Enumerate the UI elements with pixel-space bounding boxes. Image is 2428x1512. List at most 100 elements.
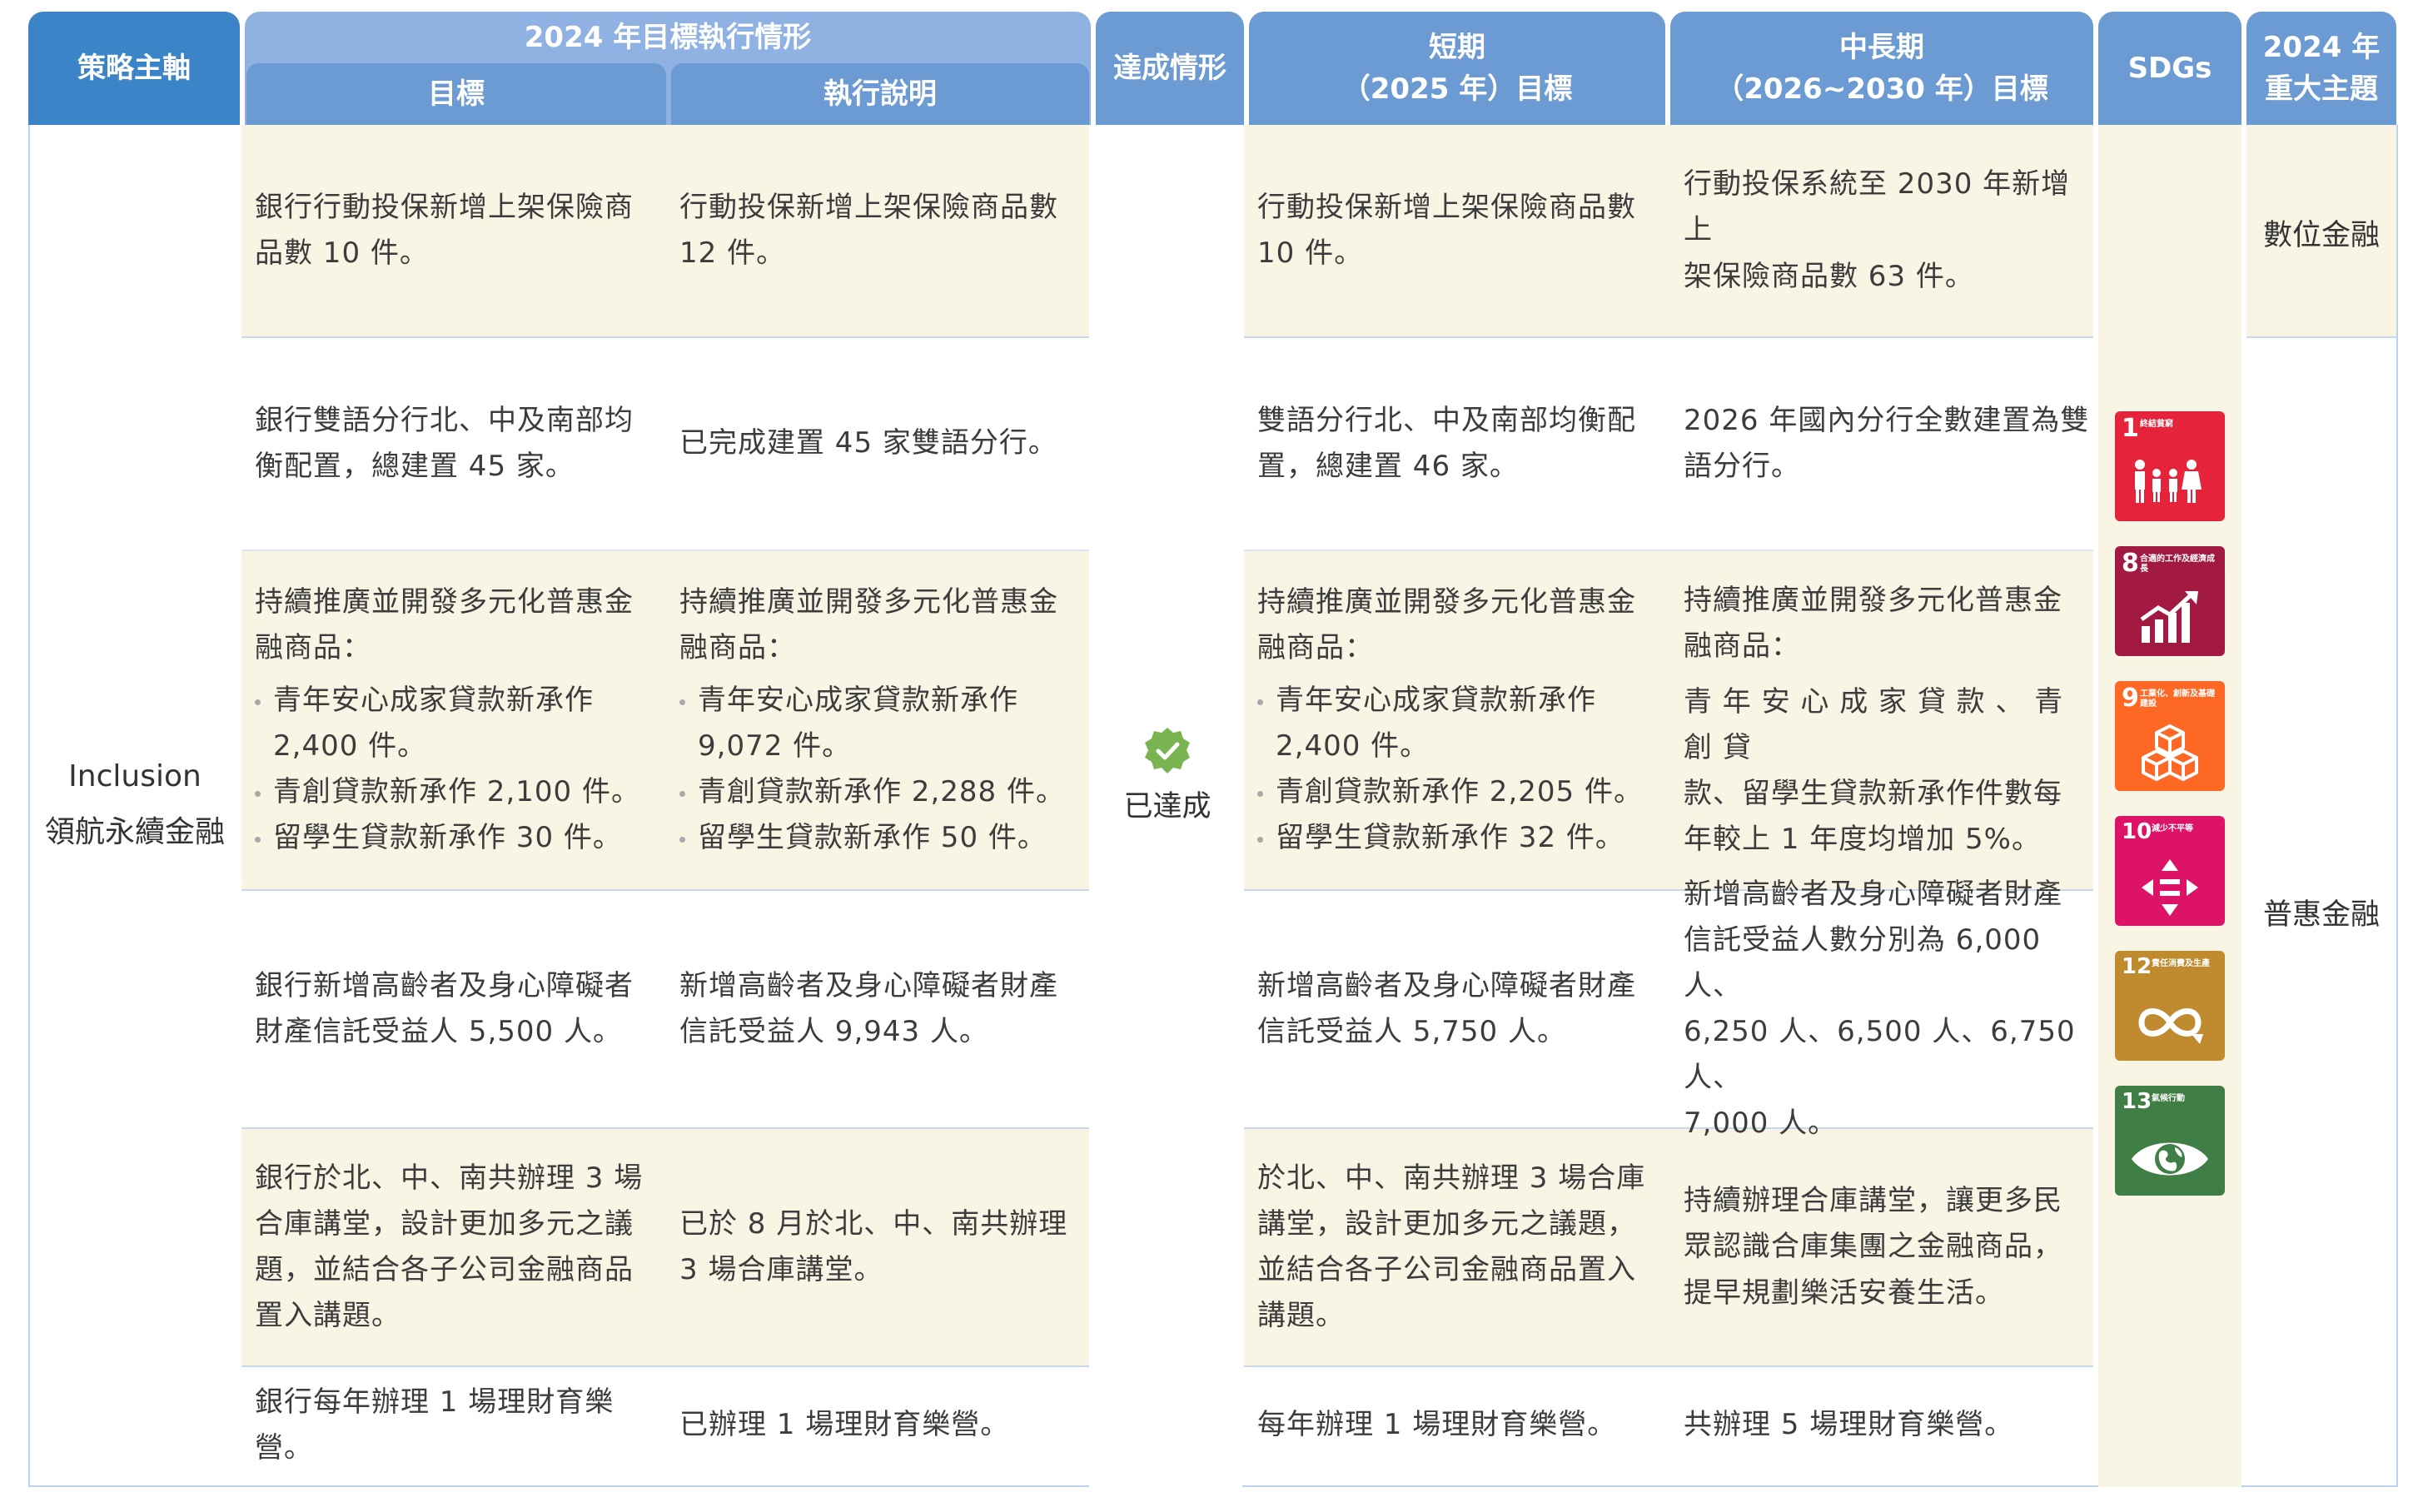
equality-icon: [2142, 859, 2198, 916]
header-topic-line1: 2024 年: [2262, 30, 2381, 64]
row-5-execution: 已於 8 月於北、中、南共辦理 3 場合庫講堂。: [679, 1129, 1087, 1365]
text-line: 新增高齡者及身心障礙者財產: [1257, 968, 1636, 1002]
text-line: 講堂，設計更加多元之議題，: [1257, 1206, 1636, 1241]
header-year-group-label: 2024 年目標執行情形: [524, 21, 812, 54]
text-line: 已於 8 月於北、中、南共辦理: [679, 1206, 1068, 1241]
text-line: 持續推廣並開發多元化普惠金: [255, 584, 634, 619]
bullet-item: 青創貸款新承作 2,100 件。: [255, 769, 671, 815]
text-line: 12 件。: [679, 236, 786, 270]
row-3-short-term: 持續推廣並開發多元化普惠金 融商品： 青年安心成家貸款新承作 2,400 件。 …: [1257, 551, 1667, 889]
cubes-icon: [2142, 724, 2198, 781]
row-3-execution: 持續推廣並開發多元化普惠金 融商品： 青年安心成家貸款新承作 9,072 件。 …: [679, 551, 1087, 889]
infinity-icon: [2138, 1008, 2203, 1044]
text-line: 持續辦理合庫講堂，讓更多民: [1684, 1184, 2062, 1218]
sdg-number: 1: [2122, 414, 2139, 443]
text-line: 並結合各子公司金融商品置入: [1257, 1253, 1636, 1286]
sdg-title: 合適的工作及經濟成長: [2140, 555, 2215, 574]
bullet-item: 青創貸款新承作 2,205 件。: [1257, 769, 1667, 815]
text-line: 持續推廣並開發多元化普惠金: [1257, 584, 1636, 619]
text-line: 3 場合庫講堂。: [679, 1253, 883, 1286]
strategy-en: Inclusion: [68, 759, 202, 793]
text-line: 眾認識合庫集團之金融商品，: [1684, 1230, 2062, 1264]
text-line: 雙語分行北、中及南部均衡配: [1257, 403, 1636, 437]
sdg-12-icon: 12 責任消費及生產: [2115, 951, 2225, 1061]
row-1-execution: 行動投保新增上架保險商品數 12 件。: [679, 125, 1087, 336]
sdg-number: 10: [2122, 819, 2152, 844]
text-line: 新增高齡者及身心障礙者財產: [1684, 877, 2062, 911]
text-line: 品數 10 件。: [255, 236, 429, 270]
sdg-number: 9: [2122, 684, 2139, 713]
header-target: 目標: [246, 63, 666, 125]
sdg-13-icon: 13 氣候行動: [2115, 1086, 2225, 1196]
text-line: 青 年 安 心 成 家 貸 款 、 青 創 貸: [1684, 684, 2064, 764]
text-line: 款、留學生貸款新承作件數每: [1684, 777, 2062, 811]
sdg-title: 責任消費及生產: [2152, 959, 2210, 968]
sdg-title: 終結貧窮: [2140, 420, 2173, 429]
status-label: 已達成: [1123, 790, 1212, 823]
text-line: 新增高齡者及身心障礙者財產: [679, 968, 1058, 1002]
row-4-short-term: 新增高齡者及身心障礙者財產 信託受益人 5,750 人。: [1257, 891, 1667, 1127]
text-line: 銀行每年辦理 1 場理財育樂營。: [255, 1385, 614, 1465]
bullet-continuation: 2,400 件。: [273, 729, 427, 763]
row-6-mid-term: 共辦理 5 場理財育樂營。: [1684, 1367, 2092, 1484]
text-line: 於北、中、南共辦理 3 場合庫: [1257, 1161, 1646, 1195]
header-short-term-line2: （2025 年）目標: [1341, 72, 1573, 106]
row-4-target: 銀行新增高齡者及身心障礙者 財產信託受益人 5,500 人。: [255, 891, 671, 1127]
text-line: 10 件。: [1257, 236, 1364, 270]
text-line: 題，並結合各子公司金融商品: [255, 1253, 634, 1286]
row-5-mid-term: 持續辦理合庫講堂，讓更多民 眾認識合庫集團之金融商品， 提早規劃樂活安養生活。: [1684, 1129, 2092, 1365]
text-line: 融商品：: [679, 630, 796, 664]
topic-inclusive-finance: 普惠金融: [2262, 898, 2380, 932]
text-line: 銀行行動投保新增上架保險商: [255, 190, 634, 224]
text-line: 融商品：: [1257, 630, 1374, 664]
row-3-target: 持續推廣並開發多元化普惠金 融商品： 青年安心成家貸款新承作 2,400 件。 …: [255, 551, 671, 889]
text-line: 置，總建置 46 家。: [1257, 450, 1519, 483]
bullet-continuation: 2,400 件。: [1276, 729, 1430, 763]
header-sdgs: SDGs: [2098, 12, 2241, 125]
row-6-short-term: 每年辦理 1 場理財育樂營。: [1257, 1367, 1667, 1484]
row-3-mid-term: 持續推廣並開發多元化普惠金 融商品： 青 年 安 心 成 家 貸 款 、 青 創…: [1684, 551, 2092, 889]
text-line: 銀行雙語分行北、中及南部均: [255, 403, 634, 437]
text-line: 6,250 人、6,500 人、6,750 人、: [1684, 1015, 2076, 1095]
family-icon: [2135, 460, 2202, 503]
text-line: 信託受益人 5,750 人。: [1257, 1015, 1566, 1048]
row-2-short-term: 雙語分行北、中及南部均衡配 置，總建置 46 家。: [1257, 338, 1667, 550]
row-1-target: 銀行行動投保新增上架保險商 品數 10 件。: [255, 125, 671, 336]
sdg-title: 氣候行動: [2152, 1094, 2185, 1103]
text-line: 持續推廣並開發多元化普惠金: [679, 584, 1058, 619]
sdg-number: 8: [2122, 549, 2139, 578]
row-5-short-term: 於北、中、南共辦理 3 場合庫 講堂，設計更加多元之議題， 並結合各子公司金融商…: [1257, 1129, 1667, 1365]
row-6-execution: 已辦理 1 場理財育樂營。: [679, 1367, 1087, 1484]
sdg-8-icon: 8 合適的工作及經濟成長: [2115, 546, 2225, 656]
bullet-item: 留學生貸款新承作 32 件。: [1257, 815, 1667, 861]
text-line: 信託受益人數分別為 6,000 人、: [1684, 923, 2042, 1002]
row-4-execution: 新增高齡者及身心障礙者財產 信託受益人 9,943 人。: [679, 891, 1087, 1127]
row-6-target: 銀行每年辦理 1 場理財育樂營。: [255, 1367, 671, 1484]
text-line: 共辦理 5 場理財育樂營。: [1684, 1408, 2014, 1442]
header-mid-term-line2: （2026~2030 年）目標: [1715, 72, 2048, 106]
header-mid-term: 中長期 （2026~2030 年）目標: [1670, 12, 2093, 125]
header-strategy: 策略主軸: [28, 12, 240, 125]
row-4-mid-term: 新增高齡者及身心障礙者財產 信託受益人數分別為 6,000 人、 6,250 人…: [1684, 878, 2092, 1140]
text-line: 語分行。: [1684, 450, 1800, 483]
text-line: 信託受益人 9,943 人。: [679, 1015, 988, 1048]
header-target-label: 目標: [428, 77, 485, 111]
topic-divider: [2246, 336, 2396, 338]
header-short-term-line1: 短期: [1429, 30, 1485, 64]
topic-digital-finance: 數位金融: [2262, 219, 2380, 252]
header-sdgs-label: SDGs: [2127, 51, 2212, 85]
text-line: 已辦理 1 場理財育樂營。: [679, 1408, 1010, 1442]
eye-globe-icon: [2132, 1142, 2208, 1176]
row-2-mid-term: 2026 年國內分行全數建置為雙 語分行。: [1684, 338, 2092, 550]
sdg-9-icon: 9 工業化、創新及基礎建設: [2115, 681, 2225, 791]
bullet-item: 青年安心成家貸款新承作: [255, 678, 671, 724]
header-execution-label: 執行說明: [823, 77, 937, 111]
bullet-continuation: 9,072 件。: [698, 729, 852, 763]
text-line: 財產信託受益人 5,500 人。: [255, 1015, 622, 1048]
bullet-item: 留學生貸款新承作 50 件。: [679, 815, 1087, 861]
row-1-mid-term: 行動投保系統至 2030 年新增上 架保險商品數 63 件。: [1684, 125, 2092, 336]
bullet-item: 留學生貸款新承作 30 件。: [255, 815, 671, 861]
text-line: 行動投保新增上架保險商品數: [1257, 190, 1636, 224]
check-badge-icon: [1145, 728, 1190, 773]
text-line: 講題。: [1257, 1299, 1345, 1333]
